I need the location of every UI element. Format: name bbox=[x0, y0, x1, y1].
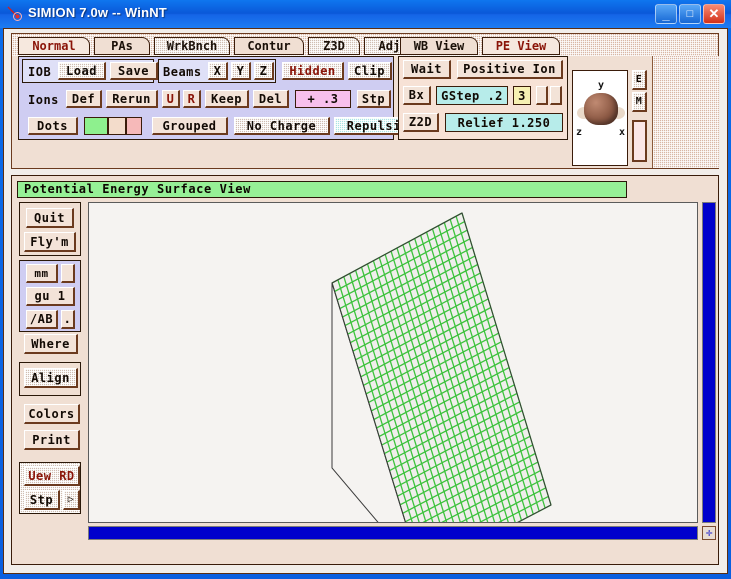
grouped-button[interactable]: Grouped bbox=[152, 117, 228, 135]
pe-view-window: Potential Energy Surface View Quit Fly'm… bbox=[11, 175, 719, 565]
color-swatch-peach[interactable] bbox=[108, 117, 126, 135]
edge-e-button[interactable]: E bbox=[632, 70, 647, 90]
tab-contur[interactable]: Contur bbox=[234, 37, 304, 55]
quit-button[interactable]: Quit bbox=[26, 208, 74, 228]
beams-label: Beams bbox=[163, 65, 202, 79]
vertical-slider[interactable] bbox=[632, 120, 647, 162]
vertical-scrollbar[interactable] bbox=[702, 202, 716, 523]
pe-sidebar: Quit Fly'm mm gu 1 /AB . Where Align Col… bbox=[17, 202, 83, 558]
u-button[interactable]: U bbox=[162, 90, 180, 108]
window-client-area: Normal PAs WrkBnch Contur Z3D AdjV WB Vi… bbox=[3, 28, 728, 574]
r-button[interactable]: R bbox=[183, 90, 201, 108]
tab-wb-view[interactable]: WB View bbox=[400, 37, 478, 55]
align-button[interactable]: Align bbox=[24, 368, 78, 388]
toolbar-filler bbox=[652, 56, 719, 168]
tab-z3d[interactable]: Z3D bbox=[308, 37, 360, 55]
title-bar: SIMION 7.0w -- WinNT _ □ ✕ bbox=[0, 0, 731, 28]
tab-pas[interactable]: PAs bbox=[94, 37, 150, 55]
gstep-up-button[interactable] bbox=[550, 86, 562, 105]
stp-button[interactable]: Stp bbox=[357, 90, 391, 108]
beam-z-button[interactable]: Z bbox=[254, 62, 274, 80]
tab-normal[interactable]: Normal bbox=[18, 37, 90, 55]
iob-label: IOB bbox=[28, 65, 52, 79]
units-alt-button[interactable] bbox=[61, 264, 75, 283]
gstep-count-field[interactable]: 3 bbox=[513, 86, 531, 105]
units-button[interactable]: mm bbox=[26, 264, 58, 283]
hidden-button[interactable]: Hidden bbox=[282, 62, 344, 80]
ab-button[interactable]: /AB bbox=[26, 310, 58, 329]
dot-button[interactable]: . bbox=[61, 310, 75, 329]
flym-button[interactable]: Fly'm bbox=[24, 232, 76, 252]
tab-wrkbnch[interactable]: WrkBnch bbox=[154, 37, 230, 55]
relief-field[interactable]: Relief 1.250 bbox=[445, 113, 563, 132]
color-swatch-green[interactable] bbox=[84, 117, 108, 135]
def-button[interactable]: Def bbox=[66, 90, 102, 108]
axis-label-x: x bbox=[619, 127, 626, 138]
save-button[interactable]: Save bbox=[110, 62, 158, 80]
simion-atom-icon bbox=[7, 6, 22, 21]
edge-m-button[interactable]: M bbox=[632, 92, 647, 112]
orientation-widget[interactable]: y z x bbox=[572, 70, 628, 166]
gu-button[interactable]: gu 1 bbox=[26, 287, 75, 306]
sidebar-next-button[interactable]: ▷ bbox=[63, 490, 80, 510]
rerun-button[interactable]: Rerun bbox=[106, 90, 158, 108]
close-button[interactable]: ✕ bbox=[703, 4, 725, 24]
gstep-field[interactable]: GStep .2 bbox=[436, 86, 508, 105]
close-icon: ✕ bbox=[708, 6, 720, 21]
pe-window-title: Potential Energy Surface View bbox=[17, 181, 627, 198]
ions-label: Ions bbox=[28, 93, 59, 107]
dots-button[interactable]: Dots bbox=[28, 117, 78, 135]
pe-plot-area[interactable] bbox=[88, 202, 698, 523]
where-button[interactable]: Where bbox=[24, 334, 78, 354]
z2d-button[interactable]: Z2D bbox=[403, 113, 439, 132]
beam-y-button[interactable]: Y bbox=[231, 62, 251, 80]
maximize-button[interactable]: □ bbox=[679, 4, 701, 24]
minimize-button[interactable]: _ bbox=[655, 4, 677, 24]
colors-button[interactable]: Colors bbox=[24, 404, 80, 424]
potential-energy-surface-mesh bbox=[331, 212, 552, 522]
simion-background: Normal PAs WrkBnch Contur Z3D AdjV WB Vi… bbox=[4, 29, 727, 573]
minimize-icon: _ bbox=[662, 7, 670, 22]
gstep-down-button[interactable] bbox=[536, 86, 548, 105]
orientation-ball bbox=[584, 93, 618, 125]
step-value-field[interactable]: + .3 bbox=[295, 90, 351, 108]
view-3d-button[interactable]: Uew RD bbox=[24, 466, 80, 486]
no-charge-button[interactable]: No Charge bbox=[234, 117, 330, 135]
horizontal-scrollbar[interactable] bbox=[88, 526, 698, 540]
axis-label-z: z bbox=[576, 127, 583, 138]
maximize-icon: □ bbox=[686, 8, 694, 20]
del-button[interactable]: Del bbox=[253, 90, 289, 108]
sidebar-stp-button[interactable]: Stp bbox=[24, 490, 60, 510]
clip-button[interactable]: Clip bbox=[348, 62, 392, 80]
tab-pe-view[interactable]: PE View bbox=[482, 37, 560, 55]
print-button[interactable]: Print bbox=[24, 430, 80, 450]
axis-label-y: y bbox=[598, 80, 605, 91]
beam-x-button[interactable]: X bbox=[208, 62, 228, 80]
resize-grip[interactable]: ✛ bbox=[702, 526, 716, 540]
load-button[interactable]: Load bbox=[58, 62, 106, 80]
bx-button[interactable]: Bx bbox=[403, 86, 431, 105]
wait-button[interactable]: Wait bbox=[403, 60, 451, 79]
main-toolbar: Normal PAs WrkBnch Contur Z3D AdjV WB Vi… bbox=[11, 33, 719, 169]
keep-button[interactable]: Keep bbox=[205, 90, 249, 108]
color-swatch-pink[interactable] bbox=[126, 117, 142, 135]
polarity-button[interactable]: Positive Ion bbox=[457, 60, 563, 79]
window-title: SIMION 7.0w -- WinNT bbox=[28, 5, 167, 20]
application-window: SIMION 7.0w -- WinNT _ □ ✕ Normal PAs Wr… bbox=[0, 0, 731, 579]
